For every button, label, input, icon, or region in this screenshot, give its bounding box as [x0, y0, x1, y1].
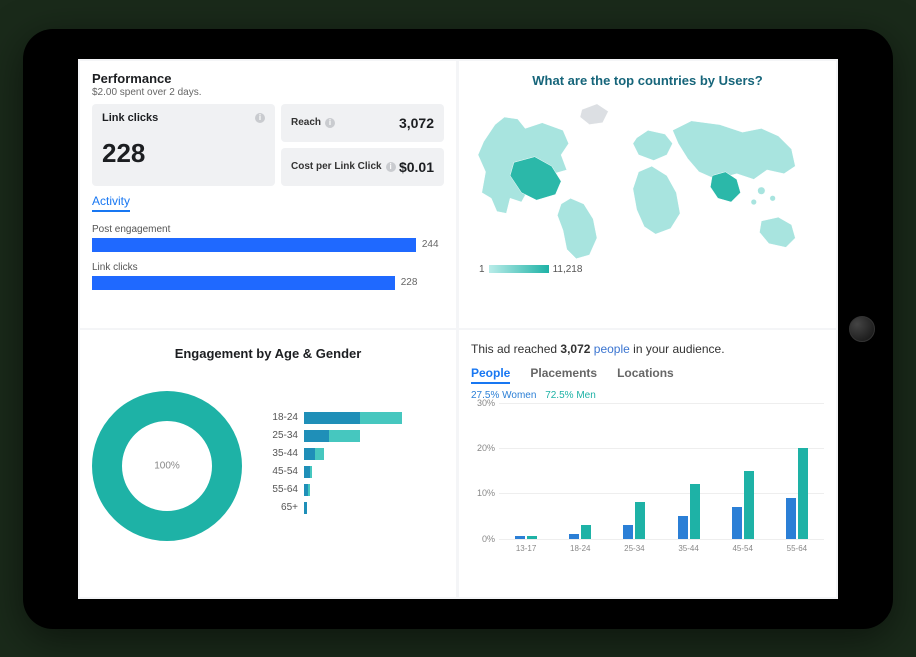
men-pct: 72.5% Men: [545, 390, 596, 401]
activity-bars: Post engagement 244 Link clicks 228: [92, 224, 444, 290]
bar-men: [527, 536, 537, 538]
audience-panel: This ad reached 3,072 people in your aud…: [459, 330, 836, 597]
bar-men: [744, 471, 754, 539]
bar-group: 35-44: [678, 484, 700, 538]
info-icon[interactable]: i: [386, 162, 396, 172]
age-gender-bar-chart[interactable]: 30%20%10%0% 13-17 18-24 25-34 35-44: [471, 403, 824, 553]
age-label: 25-34: [260, 430, 298, 441]
audience-headline: This ad reached 3,072 people in your aud…: [471, 342, 824, 356]
bar-women: [515, 536, 525, 538]
age-row: 35-44: [260, 448, 444, 460]
engagement-title: Engagement by Age & Gender: [92, 346, 444, 361]
y-axis: 30%20%10%0%: [471, 403, 499, 553]
performance-title: Performance: [92, 71, 444, 86]
bar-women: [623, 525, 633, 539]
info-icon[interactable]: i: [325, 118, 335, 128]
bar-men: [690, 484, 700, 538]
bar-men: [798, 448, 808, 539]
age-row: 25-34: [260, 430, 444, 442]
activity-bar-value: 228: [401, 277, 418, 288]
y-tick: 0%: [482, 534, 495, 544]
bar-women: [786, 498, 796, 539]
tab-placements[interactable]: Placements: [530, 366, 597, 384]
x-tick: 35-44: [678, 544, 698, 553]
engagement-panel: Engagement by Age & Gender 100% 18-24 25…: [80, 330, 456, 597]
tab-people[interactable]: People: [471, 366, 510, 384]
countries-panel: What are the top countries by Users?: [459, 61, 836, 328]
stat-value: 3,072: [399, 115, 434, 131]
performance-subtitle: $2.00 spent over 2 days.: [92, 87, 444, 98]
activity-bar[interactable]: Link clicks 228: [92, 262, 444, 290]
x-tick: 18-24: [570, 544, 590, 553]
age-row: 18-24: [260, 412, 444, 424]
age-label: 18-24: [260, 412, 298, 423]
age-label: 35-44: [260, 448, 298, 459]
bar-group: 45-54: [732, 471, 754, 539]
bar-women: [569, 534, 579, 539]
tab-locations[interactable]: Locations: [617, 366, 674, 384]
stat-label: Reach: [291, 117, 321, 128]
bar-women: [678, 516, 688, 539]
people-link[interactable]: people: [594, 342, 630, 356]
bar-group: 18-24: [569, 525, 591, 539]
x-tick: 55-64: [787, 544, 807, 553]
stat-link-clicks[interactable]: Link clicks i 228: [92, 104, 275, 186]
activity-bar-label: Link clicks: [92, 262, 444, 273]
legend-max: 11,218: [553, 264, 583, 275]
x-tick: 25-34: [624, 544, 644, 553]
bar-women: [732, 507, 742, 539]
activity-bar-value: 244: [422, 239, 439, 250]
plot-area: 13-17 18-24 25-34 35-44 45-54 55-64: [499, 403, 824, 553]
bar-men: [581, 525, 591, 539]
age-row: 45-54: [260, 466, 444, 478]
donut-center-label: 100%: [154, 460, 180, 471]
legend-min: 1: [479, 264, 485, 275]
stat-reach[interactable]: Reachi 3,072: [281, 104, 444, 142]
gender-split: 27.5% Women 72.5% Men: [471, 390, 824, 401]
audience-tabs: People Placements Locations: [471, 366, 824, 384]
map-legend: 1 11,218: [479, 264, 582, 275]
bar-group: 13-17: [515, 536, 537, 538]
y-tick: 10%: [477, 488, 495, 498]
stat-label: Link clicks: [102, 112, 158, 124]
performance-panel: Performance $2.00 spent over 2 days. Lin…: [80, 61, 456, 328]
y-tick: 20%: [477, 443, 495, 453]
stat-value: $0.01: [399, 159, 434, 175]
countries-title: What are the top countries by Users?: [471, 73, 824, 88]
age-label: 55-64: [260, 484, 298, 495]
bar-group: 25-34: [623, 502, 645, 538]
activity-bar-label: Post engagement: [92, 224, 444, 235]
dashboard-screen: Performance $2.00 spent over 2 days. Lin…: [78, 59, 838, 599]
x-tick: 13-17: [516, 544, 536, 553]
world-map[interactable]: 1 11,218: [471, 94, 824, 279]
gradient-bar-icon: [489, 265, 549, 273]
world-map-icon: [478, 96, 818, 276]
age-row: 65+: [260, 502, 444, 514]
age-label: 65+: [260, 502, 298, 513]
stat-label: Cost per Link Click: [291, 161, 382, 172]
age-row: 55-64: [260, 484, 444, 496]
donut-chart[interactable]: 100%: [92, 391, 242, 541]
bar-group: 55-64: [786, 448, 808, 539]
stat-value: 228: [102, 138, 265, 169]
y-tick: 30%: [477, 398, 495, 408]
tablet-frame: Performance $2.00 spent over 2 days. Lin…: [23, 29, 893, 629]
activity-bar[interactable]: Post engagement 244: [92, 224, 444, 252]
home-button[interactable]: [849, 316, 875, 342]
bar-men: [635, 502, 645, 538]
info-icon[interactable]: i: [255, 113, 265, 123]
stat-cost-per-click[interactable]: Cost per Link Click i $0.01: [281, 148, 444, 186]
age-bars: 18-24 25-34 35-44 45-54 55-64 65+: [260, 412, 444, 520]
x-tick: 45-54: [732, 544, 752, 553]
tab-activity[interactable]: Activity: [92, 194, 130, 212]
age-label: 45-54: [260, 466, 298, 477]
